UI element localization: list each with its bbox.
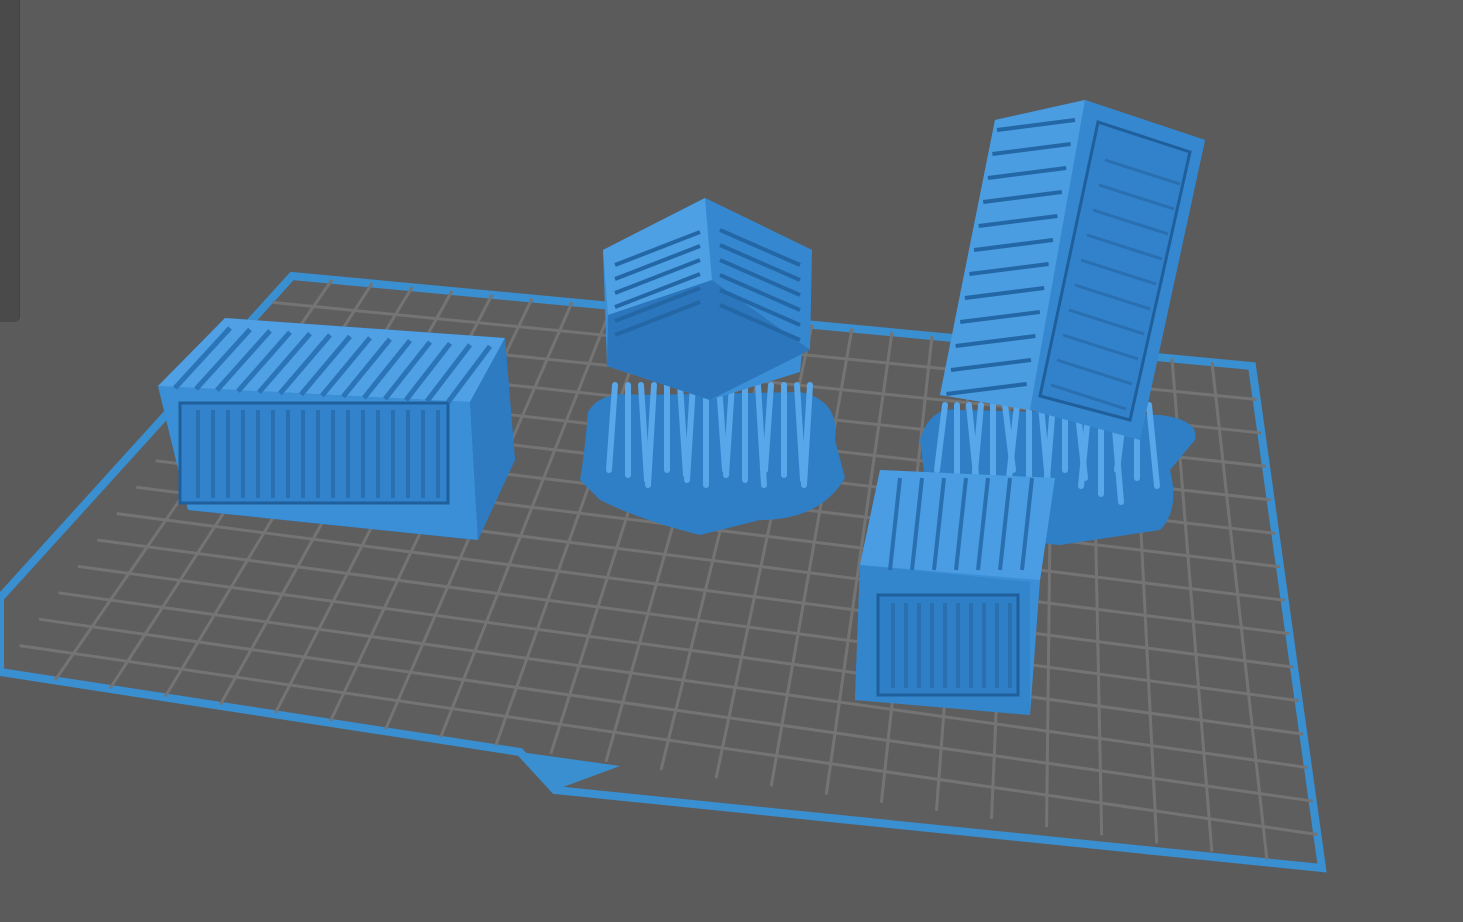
scene-canvas[interactable] bbox=[0, 0, 1463, 922]
3d-viewport[interactable] bbox=[0, 0, 1463, 922]
model-crate-small[interactable] bbox=[855, 470, 1055, 715]
model-crate-long[interactable] bbox=[158, 318, 515, 540]
